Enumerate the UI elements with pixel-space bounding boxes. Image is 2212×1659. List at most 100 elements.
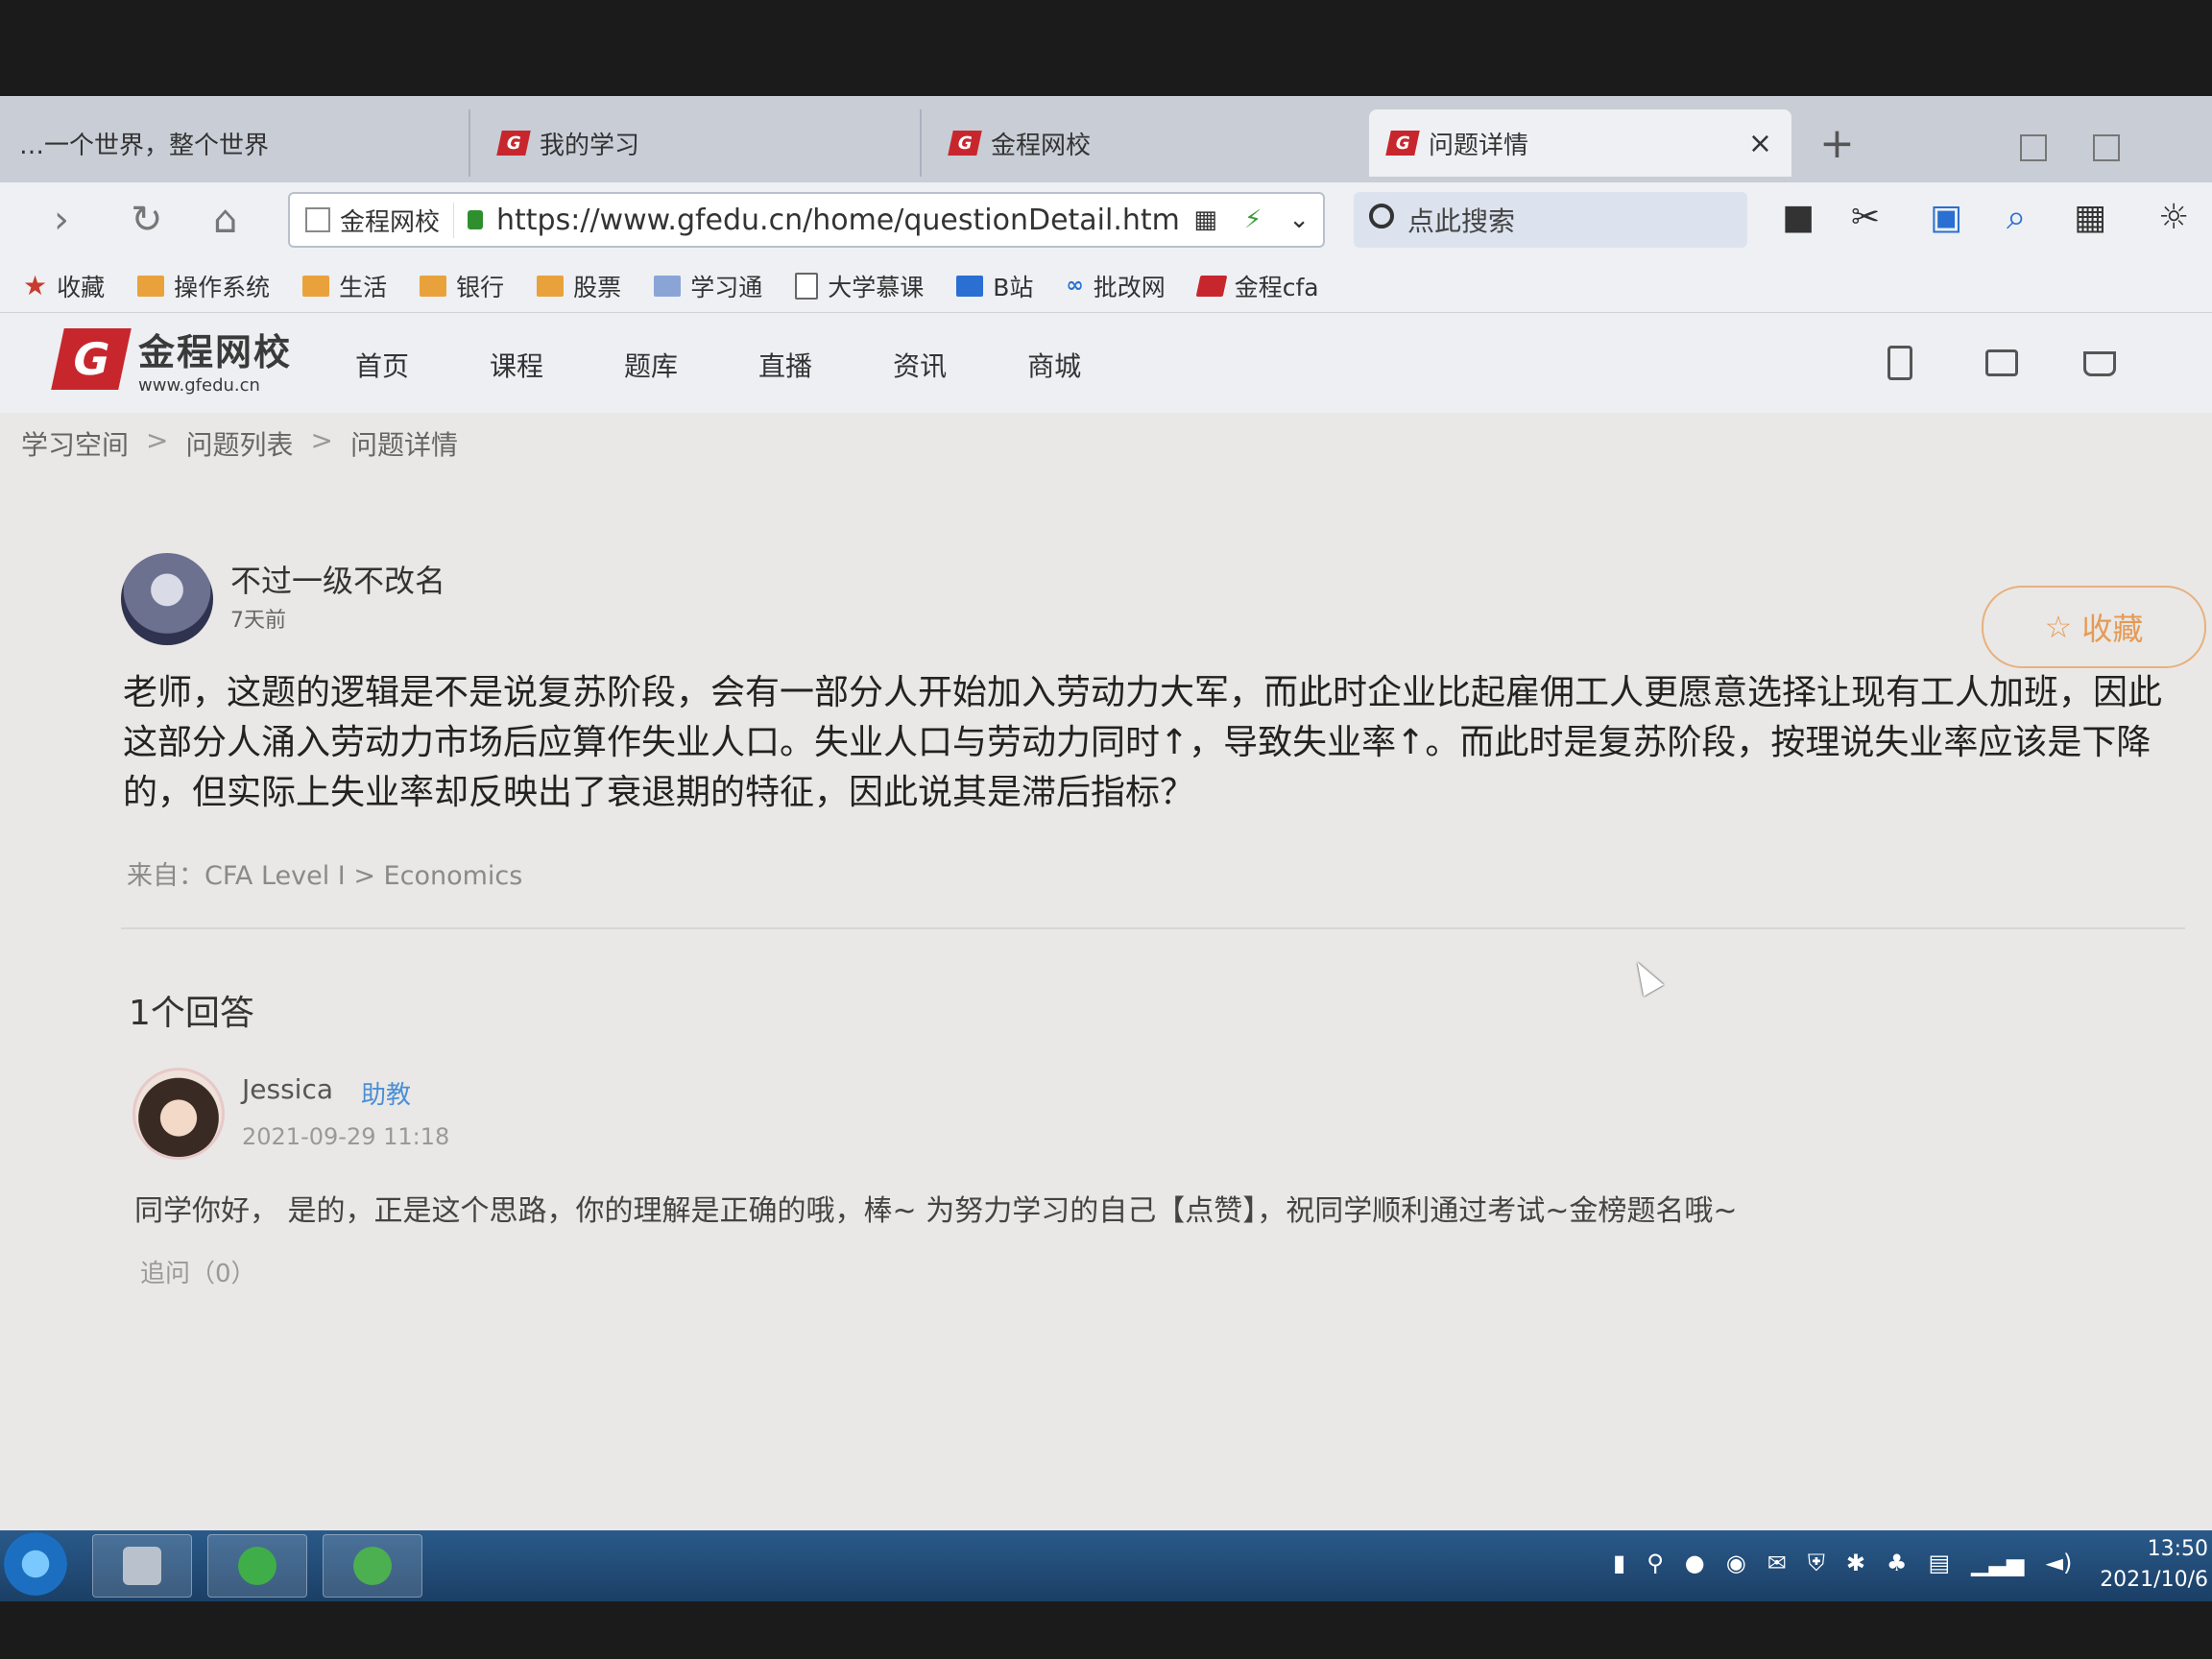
close-tab-icon[interactable]: × (1748, 127, 1772, 160)
breadcrumb-separator: > (146, 424, 169, 456)
folder-icon (537, 275, 565, 297)
breadcrumb-study-space[interactable]: 学习空间 (21, 424, 129, 463)
lightning-icon[interactable]: ⚡ (1244, 205, 1262, 234)
tray-bluetooth-icon[interactable]: ✱ (1846, 1550, 1865, 1576)
system-tray: ▮ ⚲ ● ◉ ✉ ⛨ ✱ ♣ ▤ ▁▃▅ ◄) (1613, 1550, 2072, 1576)
calculator-icon (123, 1547, 161, 1585)
tab-my-study[interactable]: G 我的学习 (480, 109, 922, 177)
tab-gfedu[interactable]: G 金程网校 (931, 109, 1363, 177)
bilibili-icon (956, 275, 984, 297)
browser-icon (353, 1547, 392, 1585)
bookmark-label: 大学慕课 (828, 273, 925, 301)
tray-shield-icon[interactable]: ⛨ (1808, 1550, 1825, 1576)
apps-grid-icon[interactable]: ▦ (2074, 198, 2106, 237)
taskbar-calculator[interactable] (92, 1534, 192, 1598)
clock-date: 2021/10/6 (2100, 1568, 2208, 1592)
answerer-avatar[interactable] (132, 1068, 225, 1160)
address-bar[interactable]: 金程网校 https://www.gfedu.cn/home/questionD… (288, 192, 1325, 248)
tray-network-icon[interactable]: ▁▃▅ (1971, 1550, 2024, 1576)
browser-window: …一个世界，整个世界 G 我的学习 G 金程网校 G 问题详情 × + › ↻ … (0, 96, 2212, 1601)
scissors-icon[interactable]: ✂ (1851, 198, 1880, 237)
forward-icon[interactable]: › (54, 198, 69, 242)
brand-url: www.gfedu.cn (138, 375, 260, 396)
tray-wechat-icon[interactable]: ✉ (1767, 1550, 1787, 1576)
tab-question-detail[interactable]: G 问题详情 × (1369, 109, 1791, 177)
answer-count: 1个回答 (129, 994, 254, 1033)
bookmark-link[interactable]: B站 (956, 269, 1033, 303)
asker-avatar[interactable] (121, 553, 213, 645)
window-trash-icon[interactable] (2093, 134, 2120, 161)
taskbar-wechat[interactable] (207, 1534, 307, 1598)
tray-app-icon[interactable]: ♣ (1887, 1550, 1908, 1576)
address-toolbar: › ↻ ⌂ 金程网校 https://www.gfedu.cn/home/que… (0, 182, 2212, 259)
clock-time: 13:50 (2147, 1537, 2208, 1561)
nav-shop[interactable]: 商城 (1027, 346, 1081, 384)
gfedu-logo-icon: G (1385, 131, 1420, 156)
tray-power-icon[interactable]: ▤ (1928, 1550, 1950, 1576)
new-tab-button[interactable]: + (1819, 119, 1855, 168)
url-text[interactable]: https://www.gfedu.cn/home/questionDetail… (496, 204, 1180, 237)
star-outline-icon: ☆ (2044, 609, 2073, 645)
taskbar-browser[interactable] (323, 1534, 422, 1598)
favorite-button[interactable]: ☆ 收藏 (1982, 586, 2206, 668)
reader-icon[interactable]: ■ (1782, 198, 1815, 237)
bookmark-link[interactable]: 金程cfa (1195, 269, 1319, 303)
role-badge: 助教 (361, 1081, 412, 1110)
qr-code-icon[interactable]: ▦ (1193, 205, 1217, 234)
tray-app-icon[interactable]: ● (1685, 1550, 1705, 1576)
breadcrumb-question-list[interactable]: 问题列表 (185, 424, 293, 463)
nav-live[interactable]: 直播 (758, 346, 812, 384)
gfedu-logo-icon: G (948, 131, 982, 156)
reload-icon[interactable]: ↻ (131, 198, 163, 242)
gfedu-logo-icon: G (51, 328, 132, 390)
site-name: 金程网校 (340, 207, 441, 237)
translate-icon[interactable]: ▣ (1930, 198, 1962, 237)
tray-app-icon[interactable]: ◉ (1726, 1550, 1746, 1576)
pigai-icon: ∞ (1066, 274, 1084, 298)
mail-icon[interactable] (1985, 349, 2018, 376)
bookmark-label: 银行 (456, 273, 505, 301)
nav-home[interactable]: 首页 (355, 346, 409, 384)
cart-icon[interactable] (2083, 351, 2116, 376)
followup-link[interactable]: 追问（0） (140, 1254, 256, 1289)
start-button[interactable] (4, 1532, 67, 1596)
favorite-label: 收藏 (2081, 611, 2144, 647)
search-icon (1369, 204, 1394, 228)
nav-news[interactable]: 资讯 (893, 346, 947, 384)
page-icon (305, 207, 330, 232)
chevron-down-icon[interactable]: ⌄ (1288, 205, 1310, 234)
folder-icon (420, 275, 447, 297)
home-icon[interactable]: ⌂ (213, 198, 237, 242)
nav-courses[interactable]: 课程 (490, 346, 543, 384)
bookmark-link[interactable]: 学习通 (654, 269, 762, 303)
site-identity[interactable]: 金程网校 (290, 202, 455, 238)
site-logo[interactable]: G 金程网校 www.gfedu.cn (51, 323, 293, 396)
answerer-name[interactable]: Jessica (242, 1073, 333, 1105)
settings-icon[interactable]: ☼ (2158, 198, 2189, 237)
tray-app-icon[interactable]: ▮ (1613, 1550, 1625, 1576)
tab-label: 金程网校 (991, 131, 1092, 160)
bookmark-favorites[interactable]: ★ 收藏 (23, 269, 105, 303)
brand-name: 金程网校 (138, 331, 293, 373)
bookmark-folder[interactable]: 生活 (302, 269, 387, 303)
clock[interactable]: 13:50 2021/10/6 (2085, 1534, 2208, 1596)
zoom-icon[interactable]: ⌕ (2007, 198, 2026, 238)
search-box[interactable]: 点此搜索 (1354, 192, 1747, 248)
bookmark-link[interactable]: ∞ 批改网 (1066, 269, 1165, 303)
phone-icon[interactable] (1887, 346, 1912, 380)
tray-app-icon[interactable]: ⚲ (1647, 1550, 1664, 1576)
tab-label: 问题详情 (1429, 131, 1529, 160)
asker-name[interactable]: 不过一级不改名 (230, 557, 445, 601)
tab-bar: …一个世界，整个世界 G 我的学习 G 金程网校 G 问题详情 × + (0, 96, 2212, 182)
wechat-icon (238, 1547, 276, 1585)
bookmark-folder[interactable]: 操作系统 (137, 269, 270, 303)
nav-question-bank[interactable]: 题库 (624, 346, 678, 384)
bookmark-link[interactable]: 大学慕课 (795, 269, 924, 303)
window-restore-icon[interactable] (2020, 134, 2047, 161)
question-text: 老师，这题的逻辑是不是说复苏阶段，会有一部分人开始加入劳动力大军，而此时企业比起… (123, 673, 2163, 812)
answer-time: 2021-09-29 11:18 (242, 1123, 450, 1150)
tray-volume-icon[interactable]: ◄) (2046, 1550, 2073, 1576)
bookmark-folder[interactable]: 股票 (537, 269, 621, 303)
bookmark-folder[interactable]: 银行 (420, 269, 504, 303)
tab-1[interactable]: …一个世界，整个世界 (0, 109, 470, 177)
